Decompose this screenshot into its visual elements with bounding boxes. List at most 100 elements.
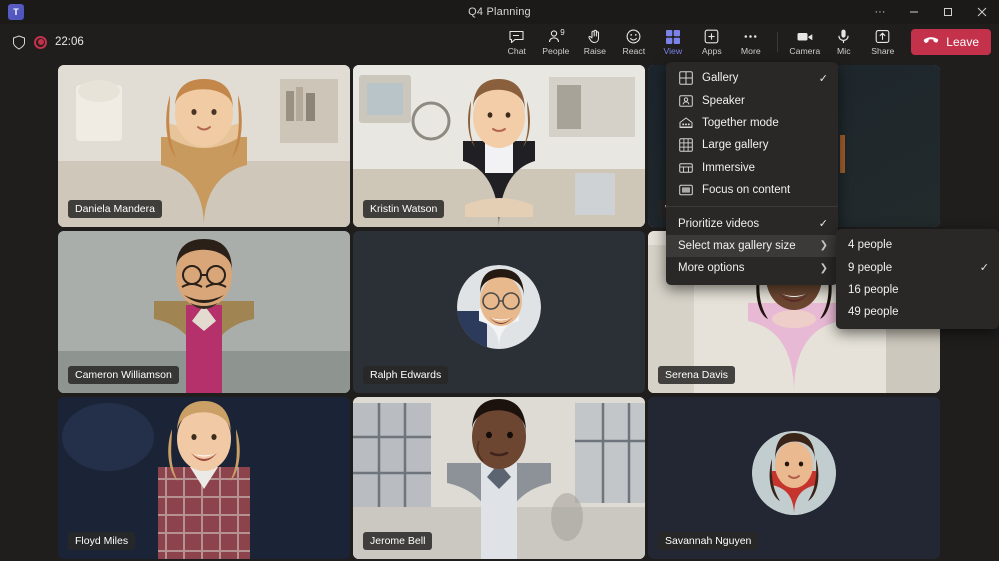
view-menu-item-select-max-gallery-size[interactable]: Select max gallery size ❯ — [666, 235, 838, 257]
hangup-icon — [923, 35, 939, 49]
view-menu-item-speaker[interactable]: Speaker — [666, 89, 838, 111]
view-grid-icon — [665, 28, 681, 45]
toolbar-raise-button[interactable]: Raise — [575, 25, 614, 59]
large-gallery-icon — [678, 138, 693, 153]
apps-plus-icon — [703, 28, 720, 45]
toolbar-people-button[interactable]: 9 People — [536, 25, 575, 59]
chat-icon — [508, 28, 525, 45]
teams-meeting-window: T Q4 Planning ··· 22:06 — [0, 0, 999, 561]
view-menu-item-focus-on-content[interactable]: Focus on content — [666, 179, 838, 201]
people-count-badge: 9 — [560, 28, 564, 37]
toolbar-chat-label: Chat — [508, 46, 526, 56]
toolbar-camera-label: Camera — [789, 46, 820, 56]
react-smiley-icon — [625, 28, 642, 45]
toolbar-divider — [777, 32, 778, 52]
avatar — [752, 431, 836, 515]
toolbar-apps-label: Apps — [702, 46, 722, 56]
more-ellipsis-icon — [742, 28, 759, 45]
gallery-size-submenu: 4 people 9 people ✓ 16 people 49 people — [836, 229, 999, 329]
gallery-size-option-9[interactable]: 9 people ✓ — [836, 256, 999, 278]
together-mode-icon — [678, 115, 693, 130]
check-icon: ✓ — [819, 72, 828, 85]
view-menu-item-immersive[interactable]: Immersive — [666, 157, 838, 179]
view-menu-label: Together mode — [702, 117, 828, 129]
toolbar-view-button[interactable]: View — [653, 25, 692, 59]
participant-tile[interactable]: Daniela Mandera — [58, 65, 350, 227]
view-menu-label: Large gallery — [702, 139, 828, 151]
view-menu-label: Speaker — [702, 95, 828, 107]
participant-tile[interactable]: Savannah Nguyen — [648, 397, 940, 559]
speaker-person-icon — [678, 93, 693, 108]
participant-name: Jerome Bell — [363, 532, 432, 550]
meeting-toolbar: 22:06 Chat 9 People Raise — [0, 24, 999, 60]
leave-button-label: Leave — [946, 35, 979, 49]
check-icon: ✓ — [819, 217, 828, 230]
participant-tile[interactable]: Cameron Williamson — [58, 231, 350, 393]
toolbar-view-label: View — [663, 46, 682, 56]
view-menu-item-gallery[interactable]: Gallery ✓ — [666, 67, 838, 89]
view-menu-item-together-mode[interactable]: Together mode — [666, 112, 838, 134]
toolbar-share-button[interactable]: Share — [863, 25, 902, 59]
toolbar-share-label: Share — [871, 46, 894, 56]
gallery-size-label: 16 people — [848, 284, 989, 296]
toolbar-apps-button[interactable]: Apps — [692, 25, 731, 59]
gallery-size-label: 9 people — [848, 262, 971, 274]
title-bar: T Q4 Planning ··· — [0, 0, 999, 24]
view-menu-item-prioritize-videos[interactable]: Prioritize videos ✓ — [666, 212, 838, 234]
view-menu-label: Select max gallery size — [678, 240, 811, 252]
avatar — [457, 265, 541, 349]
toolbar-react-label: React — [622, 46, 645, 56]
view-menu-label: Focus on content — [702, 184, 828, 196]
participant-tile[interactable]: Kristin Watson — [353, 65, 645, 227]
view-menu-item-more-options[interactable]: More options ❯ — [666, 257, 838, 279]
gallery-grid-icon — [678, 71, 693, 86]
gallery-size-option-16[interactable]: 16 people — [836, 279, 999, 301]
close-icon[interactable] — [965, 0, 999, 24]
participant-name: Savannah Nguyen — [658, 532, 758, 550]
toolbar-chat-button[interactable]: Chat — [497, 25, 536, 59]
gallery-size-option-49[interactable]: 49 people — [836, 301, 999, 323]
menu-divider — [666, 206, 838, 207]
chevron-right-icon: ❯ — [820, 240, 828, 251]
toolbar-mic-label: Mic — [837, 46, 851, 56]
participant-tile[interactable]: Floyd Miles — [58, 397, 350, 559]
toolbar-people-label: People — [542, 46, 569, 56]
view-menu: Gallery ✓ Speaker Together mode Large ga… — [666, 62, 838, 285]
maximize-icon[interactable] — [931, 0, 965, 24]
window-title: Q4 Planning — [0, 0, 999, 24]
toolbar-camera-button[interactable]: Camera — [785, 25, 824, 59]
gallery-size-label: 4 people — [848, 239, 989, 251]
chevron-right-icon: ❯ — [820, 263, 828, 274]
share-screen-icon — [874, 28, 891, 45]
raise-hand-icon — [586, 28, 603, 45]
participant-name: Ralph Edwards — [363, 366, 448, 384]
view-menu-label: More options — [678, 262, 811, 274]
toolbar-actions: Chat 9 People Raise React — [0, 24, 999, 60]
minimize-icon[interactable] — [897, 0, 931, 24]
view-menu-label: Prioritize videos — [678, 218, 810, 230]
participant-name: Cameron Williamson — [68, 366, 179, 384]
view-menu-label: Gallery — [702, 72, 810, 84]
participant-name: Floyd Miles — [68, 532, 135, 550]
focus-content-icon — [678, 183, 693, 198]
camera-icon — [796, 28, 814, 45]
gallery-size-label: 49 people — [848, 306, 989, 318]
participant-tile[interactable]: Ralph Edwards — [353, 231, 645, 393]
participant-tile[interactable]: Jerome Bell — [353, 397, 645, 559]
toolbar-more-label: More — [741, 46, 761, 56]
participant-name: Kristin Watson — [363, 200, 444, 218]
view-menu-item-large-gallery[interactable]: Large gallery — [666, 134, 838, 156]
window-controls: ··· — [863, 0, 999, 24]
gallery-size-option-4[interactable]: 4 people — [836, 234, 999, 256]
microphone-icon — [835, 28, 852, 45]
immersive-icon — [678, 160, 693, 175]
window-more-icon[interactable]: ··· — [863, 0, 897, 24]
toolbar-react-button[interactable]: React — [614, 25, 653, 59]
leave-button[interactable]: Leave — [911, 29, 991, 55]
check-icon: ✓ — [980, 261, 989, 274]
view-menu-label: Immersive — [702, 162, 828, 174]
participant-name: Serena Davis — [658, 366, 735, 384]
toolbar-more-button[interactable]: More — [731, 25, 770, 59]
toolbar-mic-button[interactable]: Mic — [824, 25, 863, 59]
toolbar-raise-label: Raise — [584, 46, 606, 56]
